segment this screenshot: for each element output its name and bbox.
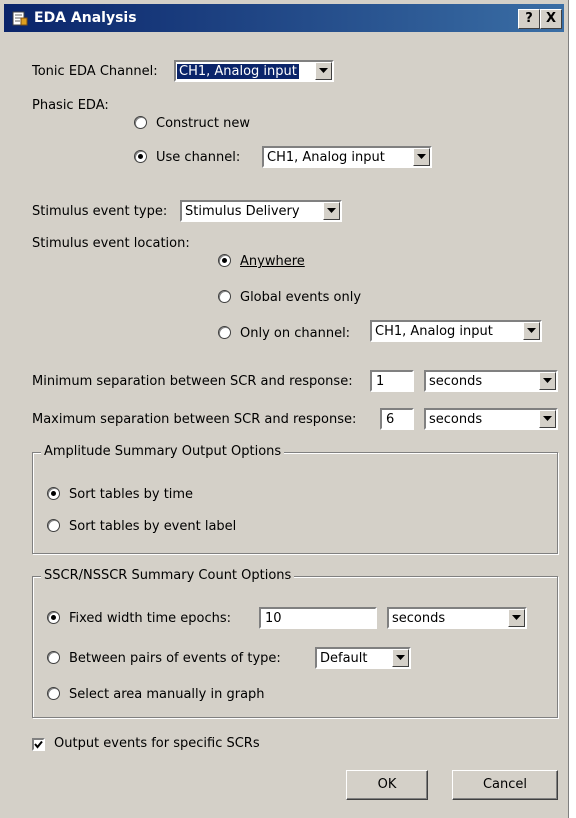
tonic-channel-select[interactable]: CH1, Analog input: [174, 60, 334, 82]
anywhere-label: Anywhere: [240, 254, 305, 269]
ok-button[interactable]: OK: [346, 770, 428, 800]
chevron-down-icon[interactable]: [392, 649, 409, 667]
between-pairs-select[interactable]: Default: [315, 647, 411, 669]
min-separation-input[interactable]: 1: [370, 370, 414, 392]
title-bar[interactable]: EDA Analysis ? X: [4, 4, 564, 32]
max-separation-unit: seconds: [429, 412, 483, 427]
tonic-channel-label: Tonic EDA Channel:: [32, 64, 158, 79]
use-channel-radio[interactable]: [134, 150, 147, 163]
chevron-down-icon[interactable]: [508, 609, 525, 627]
only-on-channel-value: CH1, Analog input: [375, 324, 493, 339]
chevron-down-icon[interactable]: [539, 410, 556, 428]
min-separation-label: Minimum separation between SCR and respo…: [32, 374, 353, 389]
construct-new-radio[interactable]: [134, 116, 147, 129]
between-pairs-value: Default: [320, 651, 368, 666]
chevron-down-icon[interactable]: [523, 322, 540, 340]
global-events-radio[interactable]: [218, 290, 231, 303]
phasic-eda-label: Phasic EDA:: [32, 98, 109, 113]
close-button[interactable]: X: [540, 9, 562, 29]
fixed-width-value: 10: [265, 611, 282, 626]
fixed-width-input[interactable]: 10: [259, 607, 377, 629]
stimulus-type-value: Stimulus Delivery: [185, 204, 300, 219]
global-events-label: Global events only: [240, 290, 362, 305]
app-icon: [12, 10, 28, 26]
between-pairs-radio[interactable]: [47, 651, 60, 664]
min-separation-unit: seconds: [429, 374, 483, 389]
sort-by-label-radio[interactable]: [47, 519, 60, 532]
fixed-width-unit-select[interactable]: seconds: [387, 607, 527, 629]
construct-new-label: Construct new: [156, 116, 250, 131]
select-manually-radio[interactable]: [47, 687, 60, 700]
stimulus-type-label: Stimulus event type:: [32, 204, 168, 219]
anywhere-radio[interactable]: [218, 254, 231, 267]
amplitude-group-title: Amplitude Summary Output Options: [41, 444, 285, 459]
sort-by-label-label: Sort tables by event label: [69, 519, 237, 534]
max-separation-input[interactable]: 6: [380, 408, 414, 430]
max-separation-value: 6: [386, 412, 395, 427]
amplitude-options-group: Amplitude Summary Output Options Sort ta…: [32, 444, 558, 554]
sort-by-time-label: Sort tables by time: [69, 487, 194, 502]
only-on-channel-select[interactable]: CH1, Analog input: [370, 320, 542, 342]
stimulus-location-label: Stimulus event location:: [32, 236, 190, 251]
min-separation-unit-select[interactable]: seconds: [424, 370, 558, 392]
min-separation-value: 1: [376, 374, 385, 389]
phasic-channel-select[interactable]: CH1, Analog input: [262, 146, 432, 168]
sscr-options-group: SSCR/NSSCR Summary Count Options Fixed w…: [32, 568, 558, 718]
only-on-channel-label: Only on channel:: [240, 326, 351, 341]
sscr-group-title: SSCR/NSSCR Summary Count Options: [41, 568, 295, 583]
checkmark-icon: [34, 740, 43, 749]
sort-by-time-radio[interactable]: [47, 487, 60, 500]
help-button[interactable]: ?: [518, 9, 540, 29]
max-separation-label: Maximum separation between SCR and respo…: [32, 412, 357, 427]
output-events-label: Output events for specific SCRs: [54, 736, 260, 751]
cancel-button[interactable]: Cancel: [452, 770, 558, 800]
between-pairs-label: Between pairs of events of type:: [69, 651, 281, 666]
fixed-width-unit: seconds: [392, 611, 446, 626]
output-events-checkbox[interactable]: [32, 738, 45, 751]
chevron-down-icon[interactable]: [323, 202, 340, 220]
fixed-width-radio[interactable]: [47, 611, 60, 624]
eda-analysis-dialog: EDA Analysis ? X Tonic EDA Channel: CH1,…: [0, 0, 569, 818]
stimulus-type-select[interactable]: Stimulus Delivery: [180, 200, 342, 222]
window-title: EDA Analysis: [34, 10, 137, 26]
fixed-width-label: Fixed width time epochs:: [69, 611, 232, 626]
chevron-down-icon[interactable]: [413, 148, 430, 166]
use-channel-label: Use channel:: [156, 150, 241, 165]
max-separation-unit-select[interactable]: seconds: [424, 408, 558, 430]
tonic-channel-value: CH1, Analog input: [177, 64, 299, 79]
select-manually-label: Select area manually in graph: [69, 687, 265, 702]
only-on-channel-radio[interactable]: [218, 326, 231, 339]
chevron-down-icon[interactable]: [539, 372, 556, 390]
chevron-down-icon[interactable]: [315, 62, 332, 80]
phasic-channel-value: CH1, Analog input: [267, 150, 385, 165]
